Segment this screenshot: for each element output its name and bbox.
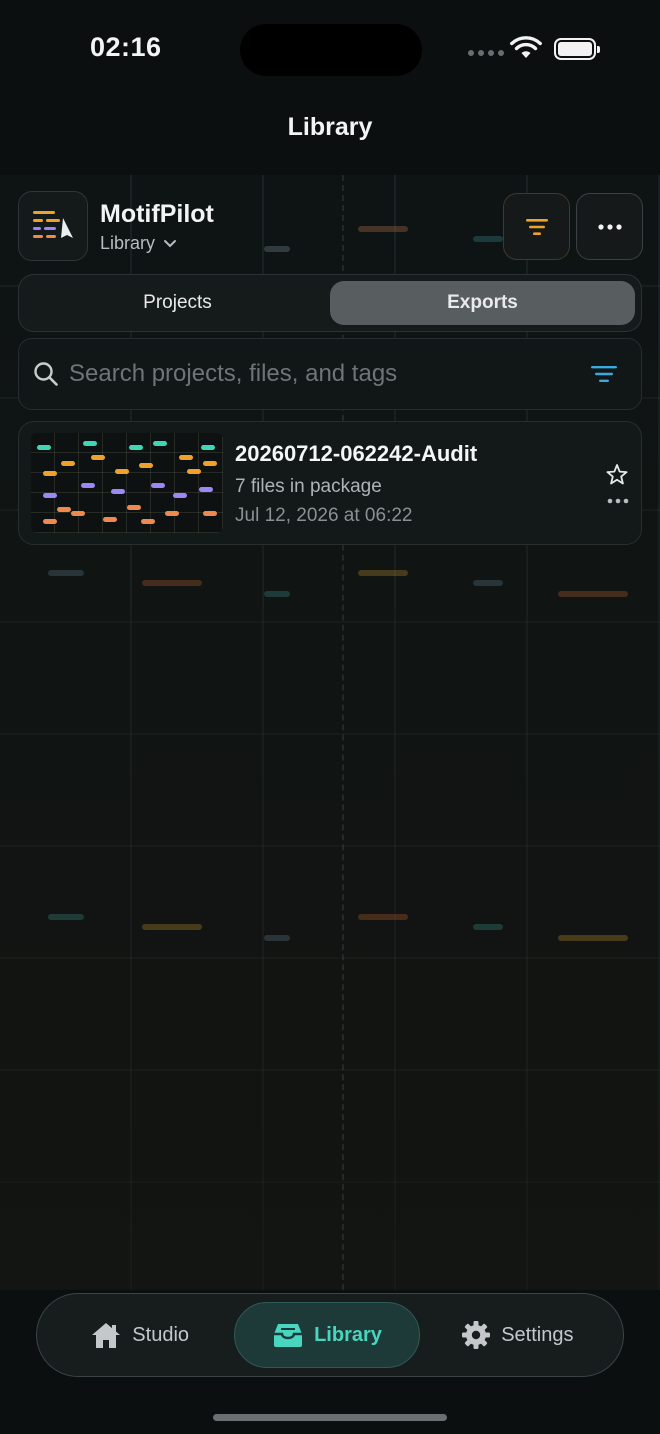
more-options-button[interactable] [576,193,643,260]
dynamic-island [240,24,422,76]
note [199,487,213,492]
tab-studio-label: Studio [132,1323,190,1346]
note [111,489,125,494]
export-thumbnail [31,433,223,533]
motif-logo-icon [33,211,73,238]
nav-bar: Library [0,100,660,175]
bg-note [48,570,84,576]
bg-note [358,226,408,232]
note [153,441,167,446]
note [179,455,193,460]
export-title: 20260712-062242-Audit [235,441,478,466]
note [129,445,143,450]
segment-projects[interactable]: Projects [25,281,330,325]
note [71,511,85,516]
note [165,511,179,516]
search-icon [34,362,58,386]
bg-note [142,924,202,930]
house-icon [92,1323,121,1348]
note [43,471,57,476]
bg-note [358,914,408,920]
note [115,469,129,474]
bg-note [358,570,408,576]
tab-settings[interactable]: Settings [420,1302,615,1368]
chevron-down-icon [164,239,177,247]
tray-icon [274,1324,303,1347]
sort-button[interactable] [503,193,570,260]
note [173,493,187,498]
wifi-icon [510,36,542,58]
note [81,483,95,488]
note [203,511,217,516]
note [103,517,117,522]
note [139,463,153,468]
search-bar [18,338,642,410]
note [43,493,57,498]
note [57,507,71,512]
page-title: Library [287,113,373,141]
status-bar: 02:16 [0,0,660,100]
note [37,445,51,450]
note [91,455,105,460]
search-input[interactable] [69,360,591,388]
export-file-count: 7 files in package [235,476,382,497]
bg-note [264,591,290,597]
note [141,519,155,524]
note [61,461,75,466]
library-switcher-label: Library [100,233,156,253]
note [201,445,215,450]
note [187,469,201,474]
filter-icon[interactable] [591,365,617,383]
app-name: MotifPilot [100,200,214,228]
bg-note [48,914,84,920]
app-logo[interactable] [18,191,88,261]
ellipsis-icon[interactable] [607,498,629,504]
tab-library-label: Library [314,1323,382,1346]
home-indicator [213,1414,447,1421]
note [43,519,57,524]
star-icon[interactable] [605,463,629,487]
note [127,505,141,510]
note [151,483,165,488]
bg-note [473,580,503,586]
tab-library[interactable]: Library [234,1302,420,1368]
note [83,441,97,446]
tab-studio[interactable]: Studio [45,1302,234,1368]
ellipsis-icon [597,223,622,230]
view-segmented-control: Projects Exports [18,274,642,332]
library-switcher[interactable]: Library [100,233,177,254]
sort-lines-icon [525,218,548,235]
bg-note [558,591,628,597]
tab-bar: Studio Library Settings [36,1293,624,1377]
cellular-icon [468,50,504,56]
status-time: 02:16 [90,32,162,62]
bg-note [264,246,290,252]
bg-note [473,924,503,930]
bg-note [142,580,202,586]
segment-exports[interactable]: Exports [330,281,635,325]
export-card[interactable]: 20260712-062242-Audit 7 files in package… [18,421,642,545]
bg-note [473,236,503,242]
bg-note [558,935,628,941]
tab-settings-label: Settings [501,1323,574,1346]
export-date: Jul 12, 2026 at 06:22 [235,505,413,526]
note [203,461,217,466]
gear-icon [462,1321,491,1349]
battery-icon [554,38,600,60]
bg-note [264,935,290,941]
